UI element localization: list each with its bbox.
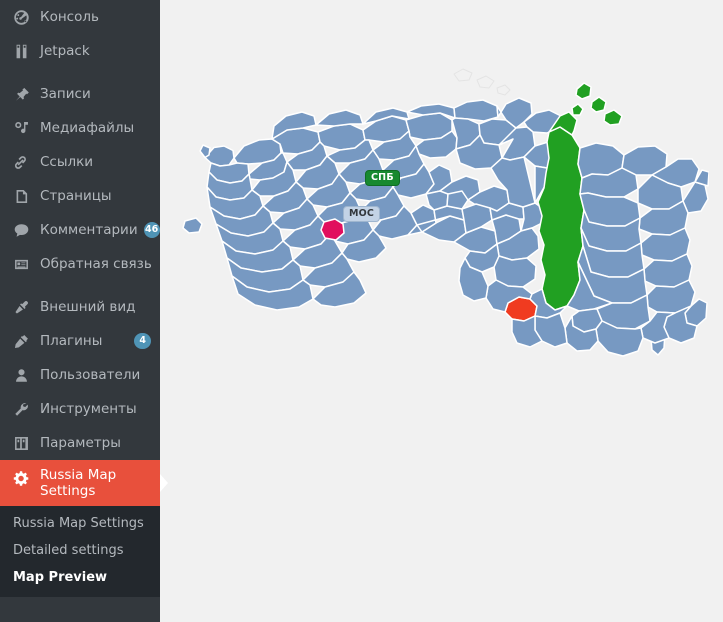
sidebar-item-appearance[interactable]: Внешний вид [0, 290, 160, 324]
sidebar-item-tools[interactable]: Инструменты [0, 392, 160, 426]
sidebar-item-comments[interactable]: Комментарии 46 [0, 213, 160, 247]
sidebar-item-badge: 46 [143, 222, 160, 238]
sidebar-item-label: Внешний вид [40, 299, 136, 315]
map-label-mos[interactable]: МОС [343, 206, 381, 222]
submenu-item-russia-map-settings[interactable]: Russia Map Settings [0, 510, 160, 537]
sidebar-item-users[interactable]: Пользователи [0, 358, 160, 392]
active-arrow-indicator [160, 474, 168, 492]
link-icon [11, 152, 32, 172]
gear-icon [11, 468, 32, 488]
sidebar-item-russia-map-settings[interactable]: Russia Map Settings [0, 460, 168, 506]
sidebar-item-jetpack[interactable]: Jetpack [0, 34, 160, 68]
brush-icon [11, 297, 32, 317]
comment-icon [11, 220, 32, 240]
sidebar-item-links[interactable]: Ссылки [0, 145, 160, 179]
sidebar-item-dashboard[interactable]: Консоль [0, 0, 160, 34]
user-icon [11, 365, 32, 385]
map-label-spb[interactable]: СПБ [365, 170, 400, 186]
sidebar-item-label: Консоль [40, 9, 99, 25]
sidebar-item-label: Ссылки [40, 154, 94, 170]
jetpack-icon [11, 41, 32, 61]
wrench-icon [11, 399, 32, 419]
sidebar-item-settings[interactable]: Параметры [0, 426, 160, 460]
pin-icon [11, 84, 32, 104]
sidebar-item-pages[interactable]: Страницы [0, 179, 160, 213]
sidebar-item-label: Комментарии [40, 222, 138, 238]
admin-menu: Консоль Jetpack Записи Медиафайлы Ссылки Стра… [0, 0, 160, 460]
sidebar-item-label: Russia Map Settings [40, 467, 117, 499]
russia-regions-map[interactable] [174, 60, 709, 370]
sidebar-item-label: Плагины [40, 333, 103, 349]
sidebar-item-label: Jetpack [40, 43, 90, 59]
media-icon [11, 118, 32, 138]
sidebar-item-label: Обратная связь [40, 256, 152, 272]
sidebar-item-plugins[interactable]: Плагины 4 [0, 324, 160, 358]
sidebar-item-label: Инструменты [40, 401, 137, 417]
sidebar-item-label: Пользователи [40, 367, 141, 383]
admin-screen: Консоль Jetpack Записи Медиафайлы Ссылки Стра… [0, 0, 723, 622]
admin-sidebar: Консоль Jetpack Записи Медиафайлы Ссылки Стра… [0, 0, 168, 622]
sidebar-item-label: Записи [40, 86, 91, 102]
sliders-icon [11, 433, 32, 453]
sidebar-item-feedback[interactable]: Обратная связь [0, 247, 160, 281]
feedback-icon [11, 254, 32, 274]
dashboard-icon [11, 7, 32, 27]
plugin-icon [11, 331, 32, 351]
sidebar-item-label: Параметры [40, 435, 121, 451]
sidebar-item-badge: 4 [134, 333, 151, 349]
content-area: СПБ МОС [160, 0, 723, 622]
submenu-item-detailed-settings[interactable]: Detailed settings [0, 537, 160, 564]
sidebar-item-posts[interactable]: Записи [0, 77, 160, 111]
map-preview-panel: СПБ МОС [160, 0, 723, 622]
sidebar-item-label: Медиафайлы [40, 120, 135, 136]
sidebar-item-label: Страницы [40, 188, 112, 204]
page-icon [11, 186, 32, 206]
russia-map-submenu: Russia Map Settings Detailed settings Map … [0, 506, 160, 597]
submenu-item-map-preview[interactable]: Map Preview [0, 564, 160, 591]
sidebar-item-media[interactable]: Медиафайлы [0, 111, 160, 145]
